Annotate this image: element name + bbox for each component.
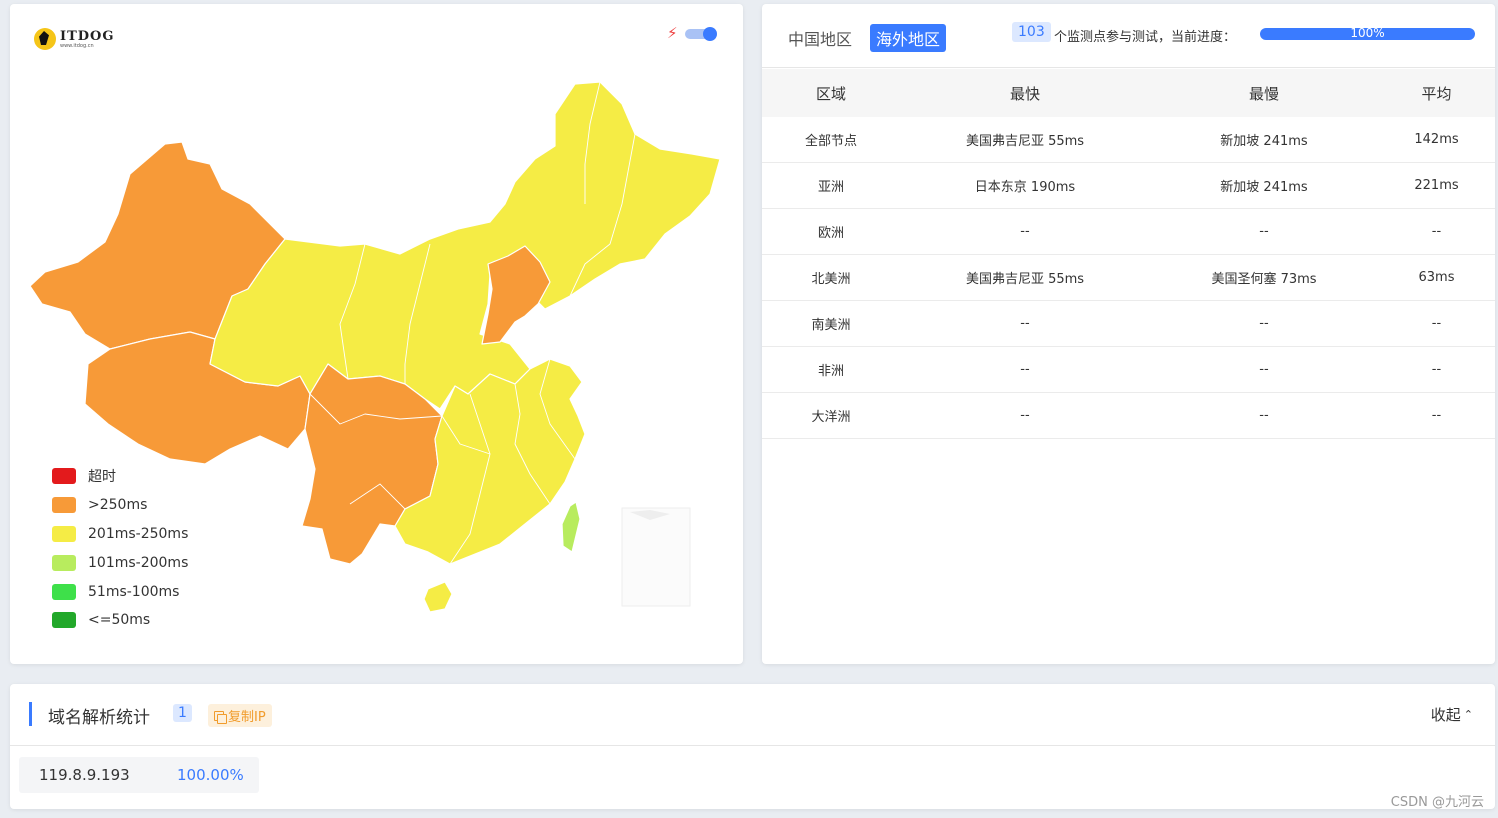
column-header: 区域 bbox=[815, 84, 846, 103]
cell-slowest: -- bbox=[1259, 224, 1269, 240]
region-taiwan[interactable] bbox=[561, 501, 581, 553]
cell-average: -- bbox=[1431, 361, 1442, 377]
region-northwest[interactable] bbox=[209, 81, 721, 410]
table-row: 全部节点 美国弗吉尼亚 55ms 新加坡 241ms 142ms bbox=[762, 117, 1495, 163]
cell-fastest: -- bbox=[1020, 224, 1030, 240]
cell-average: 63ms bbox=[1418, 270, 1455, 286]
cell-average: -- bbox=[1431, 316, 1442, 331]
cell-average: 221ms bbox=[1414, 178, 1459, 194]
cell-fastest: 美国弗吉尼亚 55ms bbox=[965, 134, 1085, 150]
legend-swatch bbox=[52, 612, 76, 629]
cell-average: 142ms bbox=[1414, 132, 1459, 148]
table-row: 大洋洲 -- -- -- bbox=[762, 392, 1495, 439]
cell-fastest: 日本东京 190ms bbox=[974, 180, 1076, 196]
cell-region: 欧洲 bbox=[817, 226, 844, 242]
legend-item: 101ms-200ms bbox=[52, 548, 188, 577]
watermark: CSDN @九河云 bbox=[1390, 795, 1484, 810]
column-header: 平均 bbox=[1421, 84, 1452, 103]
itdog-logo: ITDOG www.itdog.cn bbox=[34, 28, 114, 50]
region-hainan[interactable] bbox=[423, 581, 453, 613]
cell-region: 亚洲 bbox=[817, 180, 844, 196]
cell-slowest: -- bbox=[1259, 407, 1269, 423]
cell-slowest: -- bbox=[1259, 361, 1269, 377]
table-row: 欧洲 -- -- -- bbox=[762, 209, 1495, 255]
column-header: 最快 bbox=[1009, 84, 1040, 103]
cell-slowest: 新加坡 241ms bbox=[1220, 180, 1308, 196]
table-row: 非洲 -- -- -- bbox=[762, 346, 1495, 393]
table-row: 亚洲 日本东京 190ms 新加坡 241ms 221ms bbox=[762, 163, 1495, 209]
legend-item: 201ms-250ms bbox=[52, 520, 188, 549]
cell-slowest: 新加坡 241ms bbox=[1220, 134, 1308, 150]
logo-name: ITDOG bbox=[60, 28, 115, 44]
dns-count-badge: 1 bbox=[173, 704, 192, 722]
legend-label: 201ms-250ms bbox=[88, 525, 189, 542]
toggle-knob bbox=[703, 27, 717, 41]
legend-swatch bbox=[52, 468, 76, 485]
progress-label: 100% bbox=[1350, 28, 1385, 40]
region-stats-card: 中国地区 海外地区 103 个监测点参与测试，当前进度： 100% 区域 最快 … bbox=[762, 4, 1495, 664]
column-header: 最慢 bbox=[1248, 84, 1279, 103]
progress-bar: 100% bbox=[1260, 28, 1475, 40]
cell-region: 非洲 bbox=[817, 363, 844, 379]
table-header-row: 区域 最快 最慢 平均 bbox=[762, 69, 1495, 117]
region-tabs: 中国地区 海外地区 103 个监测点参与测试，当前进度： 100% bbox=[762, 4, 1495, 68]
dog-logo-icon bbox=[34, 28, 56, 50]
legend-swatch bbox=[52, 497, 76, 514]
cell-fastest: -- bbox=[1020, 316, 1030, 331]
legend-label: 超时 bbox=[88, 469, 116, 486]
south-china-sea-inset bbox=[621, 507, 691, 607]
cell-slowest: 美国圣何塞 73ms bbox=[1211, 272, 1317, 288]
dns-stats-card: 域名解析统计 1 复制IP 收起 ⌃ 119.8.9.193 100.00% bbox=[10, 684, 1495, 809]
dns-header: 域名解析统计 1 复制IP 收起 ⌃ bbox=[10, 684, 1495, 746]
cell-region: 南美洲 bbox=[811, 318, 851, 333]
table-row: 北美洲 美国弗吉尼亚 55ms 美国圣何塞 73ms 63ms bbox=[762, 255, 1495, 301]
cell-fastest: -- bbox=[1020, 407, 1030, 423]
legend-item: 超时 bbox=[52, 462, 188, 491]
monitor-count-badge: 103 bbox=[1012, 22, 1051, 42]
cell-average: -- bbox=[1431, 407, 1442, 423]
cell-region: 大洋洲 bbox=[811, 409, 851, 425]
collapse-label: 收起 bbox=[1430, 706, 1461, 724]
legend-swatch bbox=[52, 554, 76, 571]
cell-region: 北美洲 bbox=[811, 272, 851, 288]
legend-label: 51ms-100ms bbox=[88, 583, 180, 600]
resolved-ip-chip: 119.8.9.193 100.00% bbox=[19, 757, 259, 793]
dns-title: 域名解析统计 bbox=[48, 708, 150, 728]
cell-slowest: -- bbox=[1259, 316, 1269, 331]
collapse-button[interactable]: 收起 ⌃ bbox=[1431, 704, 1473, 725]
cell-region: 全部节点 bbox=[804, 134, 857, 150]
legend-item: 51ms-100ms bbox=[52, 577, 188, 606]
legend-item: >250ms bbox=[52, 491, 188, 520]
latency-legend: 超时 >250ms 201ms-250ms 101ms-200ms 51ms-1… bbox=[52, 462, 188, 635]
copy-icon bbox=[214, 710, 227, 724]
table-row: 南美洲 -- -- -- bbox=[762, 301, 1495, 347]
map-card: ITDOG www.itdog.cn ⚡ 超时 >250ms 201ms-250… bbox=[10, 4, 743, 664]
legend-label: >250ms bbox=[88, 497, 148, 514]
logo-url: www.itdog.cn bbox=[60, 42, 94, 49]
tab-china[interactable]: 中国地区 bbox=[782, 24, 858, 52]
legend-item: <=50ms bbox=[52, 606, 188, 635]
chevron-up-icon: ⌃ bbox=[1463, 708, 1473, 721]
cell-fastest: 美国弗吉尼亚 55ms bbox=[965, 272, 1085, 288]
copy-ip-label: 复制IP bbox=[228, 710, 266, 725]
legend-label: <=50ms bbox=[88, 612, 151, 629]
legend-swatch bbox=[52, 525, 76, 542]
lightning-icon: ⚡ bbox=[667, 24, 678, 42]
monitor-progress-text: 个监测点参与测试，当前进度： bbox=[1054, 30, 1237, 45]
cell-average: -- bbox=[1431, 224, 1442, 240]
resolved-ip: 119.8.9.193 bbox=[39, 766, 130, 784]
title-accent-bar bbox=[29, 702, 32, 726]
tab-overseas[interactable]: 海外地区 bbox=[870, 24, 947, 52]
copy-ip-button[interactable]: 复制IP bbox=[208, 704, 272, 727]
legend-swatch bbox=[52, 583, 76, 600]
legend-label: 101ms-200ms bbox=[88, 554, 189, 571]
resolved-ip-percent: 100.00% bbox=[177, 766, 244, 784]
map-mode-toggle[interactable] bbox=[685, 27, 717, 41]
region-latency-table: 区域 最快 最慢 平均 全部节点 美国弗吉尼亚 55ms 新加坡 241ms 1… bbox=[762, 69, 1495, 439]
cell-fastest: -- bbox=[1020, 361, 1030, 377]
